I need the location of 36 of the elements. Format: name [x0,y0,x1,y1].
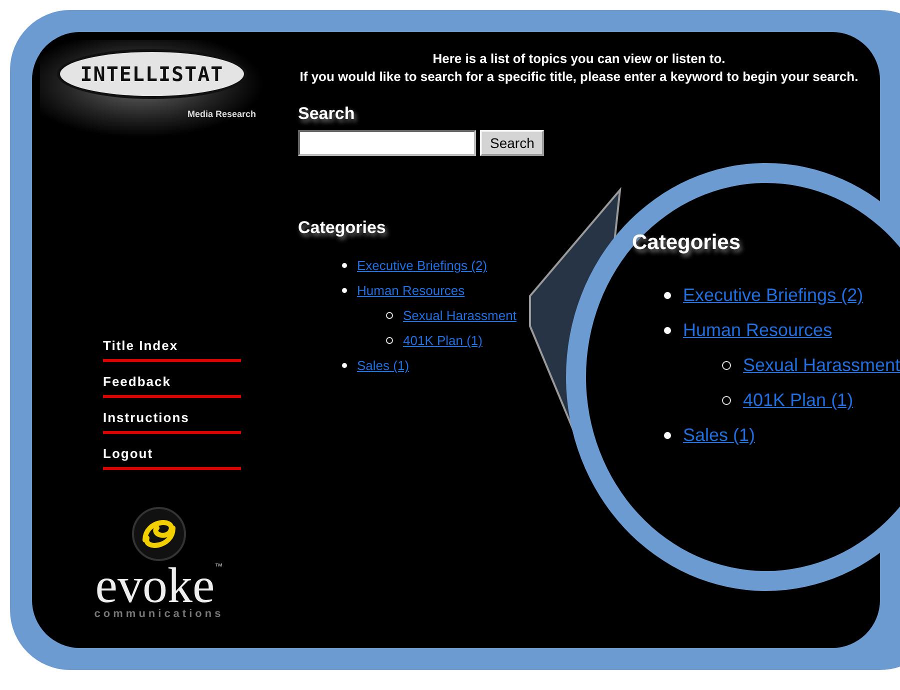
nav-link[interactable]: Feedback [103,374,241,398]
bullet-icon [386,312,393,319]
logo-tagline: Media Research [187,109,256,119]
nav-link[interactable]: Logout [103,446,241,470]
bullet-icon [664,292,671,299]
logo-text: INTELLISTAT [80,62,224,86]
bullet-icon [722,361,731,370]
nav-link[interactable]: Title Index [103,338,241,362]
category-link[interactable]: Executive Briefings (2) [357,258,488,273]
bullet-icon [386,337,393,344]
categories-heading: Categories [632,231,741,255]
nav-link[interactable]: Instructions [103,410,241,434]
bullet-icon [664,432,671,439]
bullet-icon [722,396,731,405]
search-field[interactable] [298,130,476,156]
partner-logo-tagline: communications [94,608,224,620]
category-link[interactable]: Sexual Harassment [403,308,516,323]
categories-heading: Categories [298,218,386,238]
search-button[interactable]: Search [480,130,544,156]
category-link[interactable]: Sales (1) [357,358,410,373]
bullet-icon [342,288,347,293]
category-link[interactable]: Human Resources [357,283,465,298]
category-link[interactable]: Sales (1) [683,425,756,446]
category-link[interactable]: Executive Briefings (2) [683,285,864,306]
category-link[interactable]: 401K Plan (1) [743,390,854,411]
bullet-icon [664,327,671,334]
intro-text: Here is a list of topics you can view or listen to. If you would like to search for a specific title, please enter a keyword to begin your search. [298,50,860,86]
bullet-icon [342,263,347,268]
partner-logo-text: evoke [95,562,215,608]
category-link[interactable]: 401K Plan (1) [403,333,482,348]
trademark-text: ™ [214,562,223,571]
swirl-logo-icon [131,506,187,562]
bullet-icon [342,363,347,368]
search-heading: Search [298,104,355,124]
category-link[interactable]: Sexual Harassment [743,355,900,376]
category-link[interactable]: Human Resources [683,320,832,341]
